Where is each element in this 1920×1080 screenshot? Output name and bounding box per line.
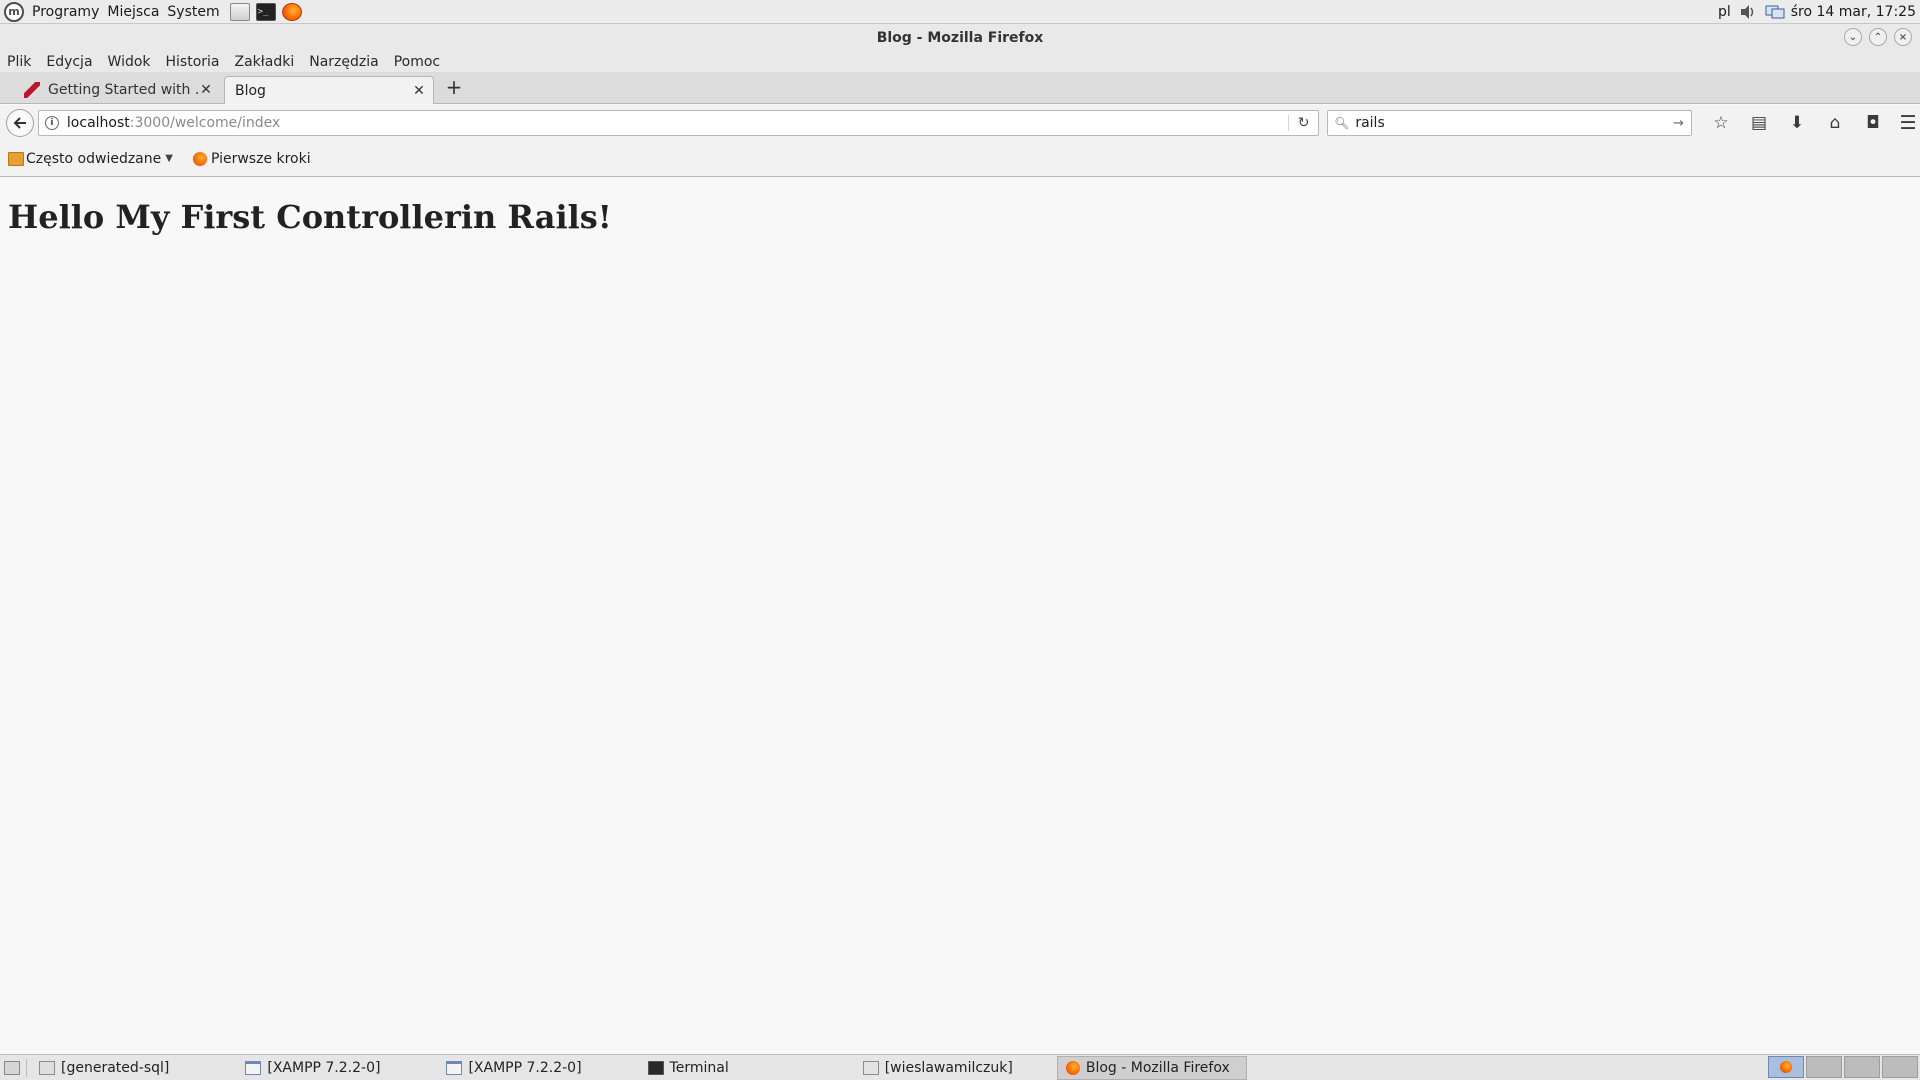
url-path: :3000/welcome/index (129, 115, 281, 131)
tab-label: Blog (235, 82, 266, 99)
taskbar-label: [XAMPP 7.2.2-0] (267, 1059, 381, 1076)
bookmark-label: Często odwiedzane (26, 150, 162, 167)
menu-narzedzia[interactable]: Narzędzia (309, 54, 378, 70)
mint-logo-icon[interactable]: m (4, 1, 24, 22)
close-tab-icon[interactable]: ✕ (198, 82, 214, 98)
workspace-2[interactable] (1806, 1055, 1842, 1078)
tab-getting-started[interactable]: Getting Started with ... ✕ (14, 76, 220, 104)
tab-strip: Getting Started with ... ✕ Blog ✕ (0, 72, 1920, 104)
bookmark-pierwsze-kroki[interactable]: Pierwsze kroki (192, 150, 311, 167)
minimize-button[interactable]: ⌄ (1844, 28, 1862, 46)
window-titlebar[interactable]: Blog - Mozilla Firefox ⌄ ⌃ × (0, 24, 1920, 52)
maximize-button[interactable]: ⌃ (1869, 28, 1887, 46)
search-icon: 🔍︎ (1334, 116, 1350, 130)
back-arrow-icon (13, 117, 26, 129)
folder-icon (39, 1060, 55, 1075)
search-bar[interactable]: 🔍︎ → (1327, 110, 1692, 136)
bookmarks-bar: Często odwiedzane ▼ Pierwsze kroki (0, 141, 1920, 177)
show-desktop-icon[interactable] (4, 1060, 20, 1075)
workspace-1[interactable] (1768, 1055, 1804, 1078)
search-go-icon[interactable]: → (1673, 116, 1691, 131)
taskbar-label: [XAMPP 7.2.2-0] (468, 1059, 582, 1076)
tab-blog[interactable]: Blog ✕ (224, 76, 434, 104)
panel-menu-programy[interactable]: Programy (32, 4, 99, 20)
site-info-icon[interactable]: i (44, 116, 59, 130)
home-icon[interactable]: ⌂ (1816, 113, 1854, 133)
menu-plik[interactable]: Plik (7, 54, 31, 70)
taskbar-item-generated-sql[interactable]: [generated-sql] (31, 1056, 177, 1080)
terminal-launcher-icon[interactable]: >_ (255, 2, 276, 21)
page-heading: Hello My First Controllerin Rails! (8, 198, 612, 236)
taskbar-item-xampp-1[interactable]: [XAMPP 7.2.2-0] (237, 1056, 388, 1080)
menu-zakladki[interactable]: Zakładki (235, 54, 295, 70)
page-content: Hello My First Controllerin Rails! (0, 178, 1920, 1054)
firefox-icon (192, 151, 207, 166)
network-icon[interactable] (1765, 4, 1785, 20)
home-folder-icon (862, 1060, 879, 1075)
window-icon (245, 1060, 262, 1075)
panel-menu-miejsca[interactable]: Miejsca (107, 4, 159, 20)
firefox-icon (1065, 1060, 1080, 1075)
terminal-icon (647, 1060, 664, 1075)
close-tab-icon[interactable]: ✕ (411, 83, 427, 99)
tab-label: Getting Started with ... (48, 82, 198, 98)
rails-icon (24, 82, 40, 98)
taskbar-item-terminal[interactable]: Terminal (640, 1056, 737, 1080)
taskbar-label: Terminal (669, 1059, 729, 1076)
bookmark-label: Pierwsze kroki (210, 150, 311, 167)
chevron-down-icon: ▼ (165, 153, 173, 164)
firefox-icon (1780, 1060, 1792, 1073)
separator (26, 1058, 27, 1077)
menu-pomoc[interactable]: Pomoc (394, 54, 440, 70)
navigation-bar: i localhost:3000/welcome/index ↻ 🔍︎ → ☆ … (0, 105, 1920, 141)
folder-icon (8, 151, 24, 166)
hamburger-menu-icon[interactable]: ☰ (1896, 112, 1920, 134)
taskbar-label: Blog - Mozilla Firefox (1085, 1059, 1230, 1076)
workspace-switcher (1766, 1055, 1918, 1080)
firefox-launcher-icon[interactable] (281, 2, 302, 21)
file-manager-launcher-icon[interactable] (229, 2, 250, 21)
taskbar-item-firefox[interactable]: Blog - Mozilla Firefox (1056, 1055, 1247, 1080)
url-bar[interactable]: i localhost:3000/welcome/index ↻ (37, 110, 1320, 136)
volume-icon[interactable] (1739, 4, 1757, 20)
window-title: Blog - Mozilla Firefox (876, 30, 1044, 46)
bottom-taskbar: [generated-sql] [XAMPP 7.2.2-0] [XAMPP 7… (0, 1054, 1920, 1080)
taskbar-label: [generated-sql] (61, 1059, 170, 1076)
reading-list-icon[interactable]: ▤ (1740, 113, 1778, 133)
url-host: localhost (66, 115, 130, 131)
search-input[interactable] (1355, 115, 1673, 131)
taskbar-label: [wieslawamilczuk] (884, 1059, 1013, 1076)
back-button[interactable] (6, 109, 34, 137)
close-window-button[interactable]: × (1894, 28, 1912, 46)
taskbar-item-xampp-2[interactable]: [XAMPP 7.2.2-0] (438, 1056, 589, 1080)
window-icon (446, 1060, 463, 1075)
taskbar-item-home[interactable]: [wieslawamilczuk] (855, 1056, 1021, 1080)
bookmark-star-icon[interactable]: ☆ (1702, 113, 1740, 133)
clock[interactable]: śro 14 mar, 17:25 (1791, 4, 1916, 20)
panel-menu-system[interactable]: System (167, 4, 219, 20)
menu-edycja[interactable]: Edycja (46, 54, 92, 70)
reload-icon[interactable]: ↻ (1288, 115, 1318, 131)
downloads-icon[interactable]: ⬇ (1778, 113, 1816, 133)
menu-bar: Plik Edycja Widok Historia Zakładki Narz… (0, 52, 1920, 72)
menu-widok[interactable]: Widok (108, 54, 151, 70)
top-panel: m Programy Miejsca System >_ pl śro 14 m… (0, 0, 1920, 24)
workspace-4[interactable] (1882, 1055, 1918, 1078)
keyboard-layout-indicator[interactable]: pl (1718, 4, 1731, 20)
menu-historia[interactable]: Historia (166, 54, 220, 70)
pocket-icon[interactable]: ◘ (1854, 113, 1892, 133)
bookmark-czesto-odwiedzane[interactable]: Często odwiedzane ▼ (8, 151, 173, 167)
workspace-3[interactable] (1844, 1055, 1880, 1078)
new-tab-button[interactable]: + (444, 76, 464, 98)
